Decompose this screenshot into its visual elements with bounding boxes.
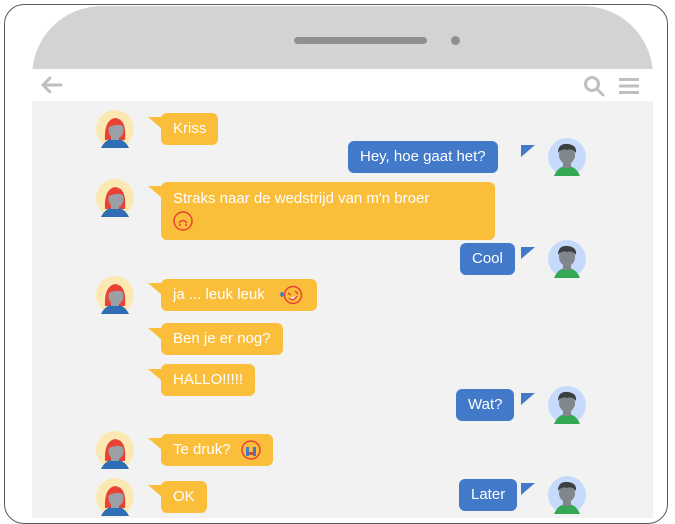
rolling-laughing-emoji [280, 285, 303, 305]
message-text: Te druk? [173, 441, 231, 458]
bubble-tail [148, 117, 162, 129]
bubble-tail [148, 283, 162, 295]
search-icon[interactable] [583, 75, 605, 102]
message-text: Kriss [173, 120, 207, 137]
back-arrow-icon[interactable] [40, 75, 64, 100]
crying-face-emoji [240, 440, 261, 460]
bubble-tail [521, 247, 535, 259]
bubble-tail [521, 393, 535, 405]
message-bubble-left[interactable]: Straks naar de wedstrijd van m'n broer [161, 182, 495, 240]
avatar-boy [548, 240, 586, 278]
message-text: Hey, hoe gaat het? [360, 148, 486, 165]
bubble-tail [148, 485, 162, 497]
message-bubble-right[interactable]: Later [459, 479, 518, 511]
message-text: Wat? [468, 396, 503, 413]
message-text: Straks naar de wedstrijd van m'n broer [173, 190, 430, 207]
message-text: Cool [472, 250, 503, 267]
message-text: HALLO!!!!! [173, 371, 244, 388]
bubble-tail [148, 186, 162, 198]
speaker-slot [294, 37, 427, 44]
message-bubble-left[interactable]: OK [161, 481, 207, 513]
bubble-tail [521, 483, 535, 495]
message-bubble-left[interactable]: ja ... leuk leuk [161, 279, 317, 311]
message-text: Ben je er nog? [173, 330, 271, 347]
message-text: ja ... leuk leuk [173, 286, 265, 303]
avatar-girl [96, 431, 134, 469]
avatar-girl [96, 276, 134, 314]
message-bubble-left[interactable]: Ben je er nog? [161, 323, 283, 355]
bubble-tail [148, 328, 162, 340]
message-bubble-right[interactable]: Cool [460, 243, 515, 275]
message-bubble-right[interactable]: Wat? [456, 389, 515, 421]
app-bar [32, 69, 653, 101]
avatar-boy [548, 386, 586, 424]
avatar-boy [548, 138, 586, 176]
menu-icon[interactable] [619, 77, 639, 100]
message-text: Later [471, 486, 506, 503]
avatar-girl [96, 478, 134, 516]
message-bubble-right[interactable]: Hey, hoe gaat het? [348, 141, 498, 173]
bubble-tail [521, 145, 535, 157]
avatar-boy [548, 476, 586, 514]
avatar-girl [96, 110, 134, 148]
message-bubble-left[interactable]: HALLO!!!!! [161, 364, 256, 396]
message-text: OK [173, 488, 195, 505]
upside-down-face-emoji [173, 211, 193, 231]
front-camera [451, 36, 460, 45]
message-bubble-left[interactable]: Te druk? [161, 434, 273, 466]
bubble-tail [148, 369, 162, 381]
avatar-girl [96, 179, 134, 217]
bubble-tail [148, 438, 162, 450]
message-bubble-left[interactable]: Kriss [161, 113, 219, 145]
